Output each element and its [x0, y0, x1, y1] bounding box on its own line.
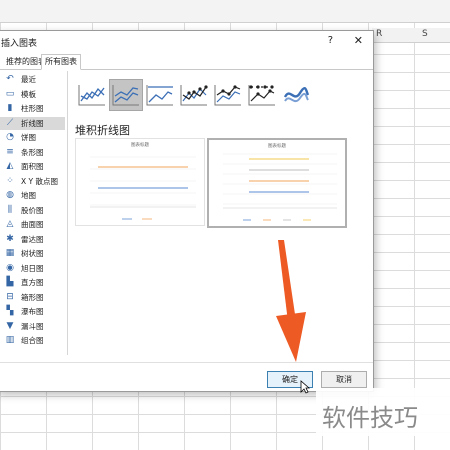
- line-markers-subtype-icon: [180, 85, 208, 106]
- box-chart-icon: ⊟: [6, 291, 14, 302]
- column-header-s[interactable]: S: [422, 29, 428, 39]
- close-icon[interactable]: ✕: [354, 34, 363, 47]
- combo-chart-icon: ▥: [5, 335, 15, 345]
- chart-type-label: 模板: [21, 89, 36, 99]
- chart-type-label: 树状图: [21, 249, 44, 258]
- chart-type-label: 旭日图: [21, 263, 44, 273]
- stacked-markers-subtype-icon: [214, 85, 241, 106]
- chart-type-label: X Y 散点图: [21, 176, 58, 186]
- ribbon-area: [0, 0, 450, 23]
- chart-type-label: 漏斗图: [21, 321, 44, 331]
- dialog-title: 插入图表: [1, 39, 38, 49]
- undo-icon: ↶: [6, 74, 14, 84]
- chart-type-histogram-chart[interactable]: ▙ 直方图: [0, 276, 65, 289]
- chart-type-list: ↶ 最近 ▭ 模板 ▮ 柱形图 ⟋ 折线图 ◔ 饼图 ≡ 条形图 ◭ 面积图 ⁘ X Y 散点图 ◍ 地图 ⫼ 股价图…: [0, 71, 68, 355]
- chart-type-label: 饼图: [21, 133, 36, 142]
- chart-type-label: 折线图: [21, 118, 44, 128]
- chart-type-sunburst-chart[interactable]: ◉ 旭日图: [0, 262, 65, 275]
- chart-type-combo-chart[interactable]: ▥ 组合图: [0, 334, 65, 347]
- chart-type-label: 条形图: [21, 147, 44, 157]
- chart-type-label: 最近: [21, 75, 36, 84]
- chart-type-label: 瀑布图: [21, 307, 44, 316]
- chart-type-label: 直方图: [21, 278, 44, 287]
- 3d-line-subtype-icon: [283, 86, 310, 103]
- percent-markers-subtype-icon: [248, 85, 275, 106]
- scatter-chart-icon: ⁘: [6, 175, 14, 186]
- annotation-arrow-icon: [276, 240, 306, 362]
- subtype-100-line-markers[interactable]: [245, 79, 279, 111]
- chart-type-map-chart[interactable]: ◍ 地图: [0, 189, 65, 202]
- chart-type-label: 曲面图: [21, 220, 44, 229]
- column-header-r[interactable]: R: [376, 29, 382, 39]
- waterfall-chart-icon: ▚: [6, 306, 14, 316]
- subtype-line-markers[interactable]: [177, 79, 211, 111]
- percent-stacked-line-subtype-icon: [146, 85, 173, 106]
- map-chart-icon: ◍: [6, 190, 14, 200]
- subtype-stacked-line-markers[interactable]: [211, 79, 245, 111]
- stock-chart-icon: ⫼: [7, 204, 13, 215]
- area-chart-icon: ◭: [6, 161, 14, 171]
- subtype-stacked-line[interactable]: [109, 79, 143, 111]
- chart-type-label: 柱形图: [21, 104, 44, 113]
- surface-chart-icon: ◬: [6, 219, 14, 229]
- treemap-chart-icon: ▦: [5, 248, 15, 258]
- line-chart-icon: ⟋: [6, 117, 14, 128]
- chart-type-label: 雷达图: [21, 234, 44, 244]
- dialog-tabs: 推荐的图表 所有图表: [0, 53, 373, 70]
- preview-1-plot: [90, 156, 196, 220]
- chart-type-folder[interactable]: ▭ 模板: [0, 88, 65, 101]
- chart-preview-1[interactable]: 图表标题: [75, 138, 205, 226]
- chart-type-waterfall-chart[interactable]: ▚ 瀑布图: [0, 305, 65, 318]
- bar-chart-icon: ≡: [6, 146, 14, 157]
- line-subtype-icon: [78, 85, 105, 106]
- funnel-chart-icon: ▼: [6, 320, 14, 331]
- chart-type-bar-chart[interactable]: ≡ 条形图: [0, 146, 65, 159]
- footer-divider: [0, 362, 373, 363]
- chart-type-box-chart[interactable]: ⊟ 箱形图: [0, 291, 65, 304]
- insert-chart-dialog: 插入图表 ? ✕ 推荐的图表 所有图表 ↶ 最近 ▭ 模板 ▮ 柱形图 ⟋ 折线图 ◔ 饼图 ≡ 条形…: [0, 30, 374, 392]
- subtype-3d-line[interactable]: [279, 79, 313, 111]
- help-icon[interactable]: ?: [328, 35, 333, 46]
- radar-chart-icon: ✱: [6, 233, 14, 244]
- chart-type-column-chart[interactable]: ▮ 柱形图: [0, 102, 65, 115]
- column-chart-icon: ▮: [7, 103, 13, 113]
- chart-type-stock-chart[interactable]: ⫼ 股价图: [0, 204, 65, 217]
- dialog-title-bar: 插入图表 ? ✕: [0, 31, 373, 53]
- pie-chart-icon: ◔: [6, 132, 14, 142]
- subtype-gallery: [75, 79, 315, 113]
- mouse-pointer-icon: [300, 380, 310, 394]
- stacked-line-subtype-icon: [112, 85, 139, 106]
- histogram-chart-icon: ▙: [6, 277, 14, 287]
- folder-icon: ▭: [5, 88, 15, 99]
- watermark-text: 软件技巧: [322, 404, 418, 432]
- chart-type-scatter-chart[interactable]: ⁘ X Y 散点图: [0, 175, 65, 188]
- chart-type-label: 股价图: [21, 205, 44, 215]
- chart-type-area-chart[interactable]: ◭ 面积图: [0, 160, 65, 173]
- preview-2-plot: [223, 153, 337, 221]
- subtype-line[interactable]: [75, 79, 109, 111]
- cancel-button[interactable]: 取消: [321, 371, 367, 388]
- subtype-100-stacked-line[interactable]: [143, 79, 177, 111]
- chart-type-line-chart[interactable]: ⟋ 折线图: [0, 116, 65, 130]
- chart-type-funnel-chart[interactable]: ▼ 漏斗图: [0, 320, 65, 333]
- column-header-bar: R S: [372, 28, 450, 43]
- chart-type-undo[interactable]: ↶ 最近: [0, 73, 65, 86]
- chart-preview-2[interactable]: 图表标题: [207, 138, 347, 228]
- subtype-title: 堆积折线图: [75, 124, 130, 137]
- sunburst-chart-icon: ◉: [6, 262, 14, 273]
- chart-type-label: 面积图: [21, 162, 44, 171]
- chart-type-radar-chart[interactable]: ✱ 雷达图: [0, 233, 65, 246]
- chart-type-surface-chart[interactable]: ◬ 曲面图: [0, 218, 65, 231]
- chart-type-label: 地图: [21, 191, 36, 200]
- tab-all-charts[interactable]: 所有图表: [41, 54, 81, 70]
- watermark: 软件技巧: [316, 388, 450, 436]
- chart-type-label: 箱形图: [21, 292, 44, 302]
- chart-type-pie-chart[interactable]: ◔ 饼图: [0, 131, 65, 144]
- chart-type-treemap-chart[interactable]: ▦ 树状图: [0, 247, 65, 260]
- chart-type-label: 组合图: [21, 336, 44, 345]
